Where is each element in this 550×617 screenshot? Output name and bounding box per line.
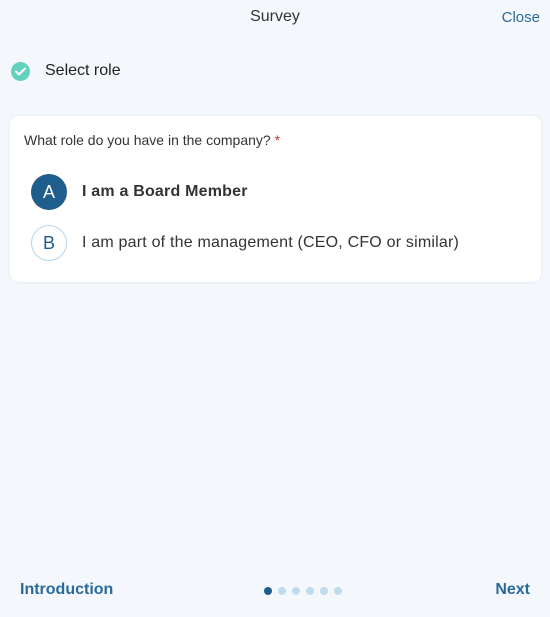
page-dot-active xyxy=(264,587,272,595)
page-dot xyxy=(334,587,342,595)
top-bar: Survey Close xyxy=(0,0,550,36)
question-card: What role do you have in the company? * … xyxy=(10,116,541,282)
question-text: What role do you have in the company? * xyxy=(24,132,280,148)
option-key-badge: B xyxy=(31,225,67,261)
option-key-badge: A xyxy=(31,174,67,210)
page-dot xyxy=(320,587,328,595)
option-label: I am a Board Member xyxy=(82,183,248,200)
page-indicator xyxy=(264,587,342,595)
introduction-button[interactable]: Introduction xyxy=(20,581,113,599)
question-label: What role do you have in the company? xyxy=(24,132,271,148)
option-label: I am part of the management (CEO, CFO or… xyxy=(82,234,460,251)
check-circle-icon xyxy=(11,61,30,81)
step-indicator: Select role xyxy=(11,60,121,82)
next-button[interactable]: Next xyxy=(495,581,530,599)
close-button[interactable]: Close xyxy=(502,9,540,26)
option-management[interactable]: B I am part of the management (CEO, CFO … xyxy=(31,225,459,261)
required-marker: * xyxy=(274,132,281,148)
page-title: Survey xyxy=(250,8,300,25)
page-dot xyxy=(278,587,286,595)
page-dot xyxy=(292,587,300,595)
page-dot xyxy=(306,587,314,595)
step-label: Select role xyxy=(45,62,121,79)
option-board-member[interactable]: A I am a Board Member xyxy=(31,174,248,210)
